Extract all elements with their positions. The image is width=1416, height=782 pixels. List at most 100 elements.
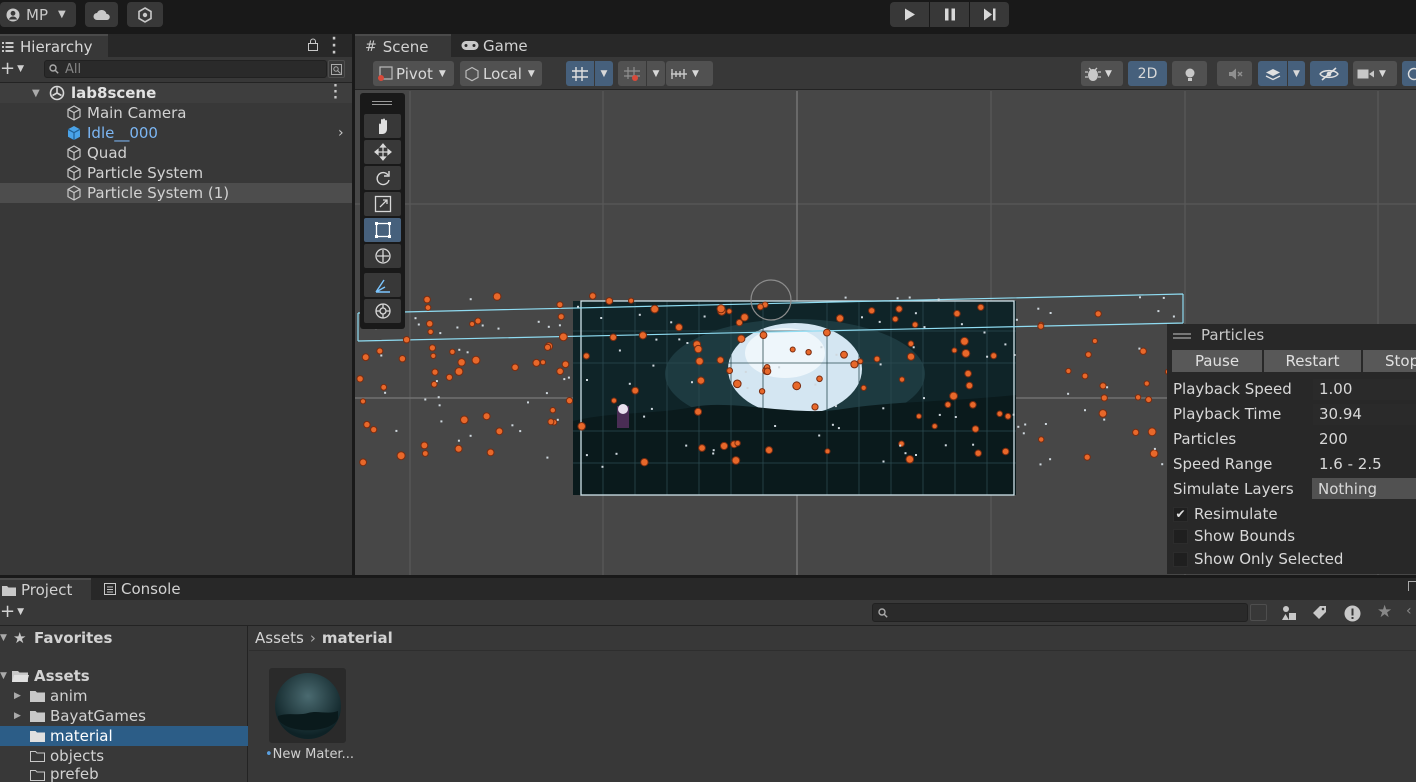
hierarchy-item-particle-system-1[interactable]: Particle System (1) [0,183,352,203]
mode-2d-toggle[interactable]: 2D [1128,61,1167,86]
audio-toggle[interactable] [1217,61,1252,86]
folder-prefeb[interactable]: prefeb [0,765,248,782]
effects-toggle[interactable] [1258,61,1287,86]
play-button[interactable] [890,2,929,27]
breadcrumb-current[interactable]: material [322,629,393,647]
material-thumbnail[interactable] [269,668,346,743]
playback-speed-input[interactable]: 1.00 [1313,378,1416,400]
pause-particles-button[interactable]: Pause [1172,350,1262,372]
simulate-layers-dropdown[interactable]: Nothing [1312,478,1416,499]
drag-handle-icon[interactable] [1173,333,1191,335]
search-scope-icon[interactable] [1250,604,1267,621]
folder-material[interactable]: material [0,726,248,746]
rect-tool[interactable] [364,218,401,242]
spark [972,443,975,446]
favorite-star-icon[interactable]: ★ [1377,602,1392,622]
stop-particles-button[interactable]: Stop [1363,350,1416,372]
tab-game[interactable]: Game [455,34,535,57]
show-bounds-checkbox[interactable] [1173,528,1188,544]
grid-snap-toggle[interactable] [566,61,594,86]
particle [733,379,742,389]
account-dropdown[interactable]: MP ▼ [0,2,76,27]
spark [615,452,618,455]
resimulate-checkbox[interactable]: ✔ [1173,506,1188,522]
camera-dropdown[interactable]: ▼ [1353,61,1397,86]
particle [577,422,586,431]
lighting-toggle[interactable] [1172,61,1207,86]
hierarchy-search-input[interactable]: All [44,60,327,78]
show-bounds-checkbox-row[interactable]: Show Bounds [1173,525,1416,547]
playback-time-input[interactable]: 30.94 [1313,403,1416,425]
custom-tool-2[interactable] [364,299,401,323]
show-only-selected-checkbox[interactable] [1173,551,1188,567]
tab-project[interactable]: Project [0,578,91,600]
spark [1049,458,1052,461]
increment-snap-toggle[interactable] [618,61,646,86]
folder-bayatgames[interactable]: ▶ BayatGames [0,706,248,726]
project-toolbar: + ▼ ★ ‹ [0,600,1416,626]
transform-tool[interactable] [364,244,401,268]
collab-button[interactable] [127,2,163,27]
pause-button[interactable] [930,2,969,27]
breadcrumb-root[interactable]: Assets [255,629,304,647]
hand-tool[interactable] [364,114,401,138]
more-vert-icon[interactable]: · · · [329,32,339,60]
particles-count-value: 200 [1319,430,1348,448]
tab-console[interactable]: Console [104,578,194,600]
filter-by-label-icon[interactable] [1312,605,1328,621]
particle [430,380,438,388]
ruler-dropdown[interactable]: ▼ [666,61,713,86]
create-asset-dropdown[interactable]: + ▼ [0,603,34,621]
chevron-right-icon[interactable]: › [338,125,344,141]
local-dropdown[interactable]: Local ▼ [460,61,542,86]
move-tool[interactable] [364,140,401,164]
folder-objects[interactable]: objects [0,746,248,766]
gizmos-toggle[interactable] [1402,61,1416,86]
filter-by-type-icon[interactable] [1281,605,1297,621]
spark [1067,392,1070,395]
spark [983,331,986,334]
spark [384,391,387,394]
spark [481,324,484,327]
particle [449,348,456,355]
warning-filter-icon[interactable] [1344,605,1361,622]
project-search-input[interactable] [872,603,1248,622]
lock-icon[interactable] [308,38,318,51]
checkbox-label: Show Bounds [1194,527,1296,545]
increment-snap-dropdown[interactable]: ▼ [647,61,665,86]
hierarchy-item-idle[interactable]: Idle__000 › [0,123,352,143]
effects-dropdown[interactable]: ▼ [1288,61,1305,86]
show-only-selected-checkbox-row[interactable]: Show Only Selected [1173,548,1416,570]
hierarchy-item-main-camera[interactable]: Main Camera [0,103,352,123]
panel-menu-icon[interactable] [1408,581,1416,591]
pivot-dropdown[interactable]: Pivot ▼ [373,61,454,86]
resimulate-checkbox-row[interactable]: ✔ Resimulate [1173,503,1416,525]
hierarchy-item-particle-system[interactable]: Particle System [0,163,352,183]
scale-tool[interactable] [364,192,401,216]
search-scope-button[interactable] [328,60,345,78]
visibility-toggle[interactable] [1310,61,1348,86]
assets-row[interactable]: ▼ Assets [0,666,248,686]
scene-menu-icon[interactable]: · · · [333,80,338,105]
grid-snap-dropdown[interactable]: ▼ [595,61,613,86]
tab-hierarchy[interactable]: Hierarchy [0,34,108,57]
spark [558,324,561,327]
step-button[interactable] [970,2,1009,27]
hierarchy-scene-row[interactable]: ▼ lab8scene · · · [0,80,352,105]
particle [582,352,590,360]
chevron-down-icon: ▼ [527,68,535,79]
drag-handle-icon[interactable] [372,101,392,102]
rotate-tool[interactable] [364,166,401,190]
tab-scene[interactable]: # Scene [355,34,451,57]
chevron-left-icon[interactable]: ‹ [1406,603,1412,619]
favorites-row[interactable]: ▼ ★ Favorites [0,628,248,648]
restart-particles-button[interactable]: Restart [1264,350,1361,372]
hierarchy-item-quad[interactable]: Quad [0,143,352,163]
custom-tool-1[interactable] [364,273,401,297]
cloud-button[interactable] [85,2,118,27]
create-dropdown[interactable]: + ▼ [0,60,34,78]
chevron-down-icon: ▼ [1379,68,1386,79]
asset-label[interactable]: •New Mater... [265,747,354,762]
folder-anim[interactable]: ▶ anim [0,686,248,706]
debug-dropdown[interactable]: ▼ [1081,61,1123,86]
